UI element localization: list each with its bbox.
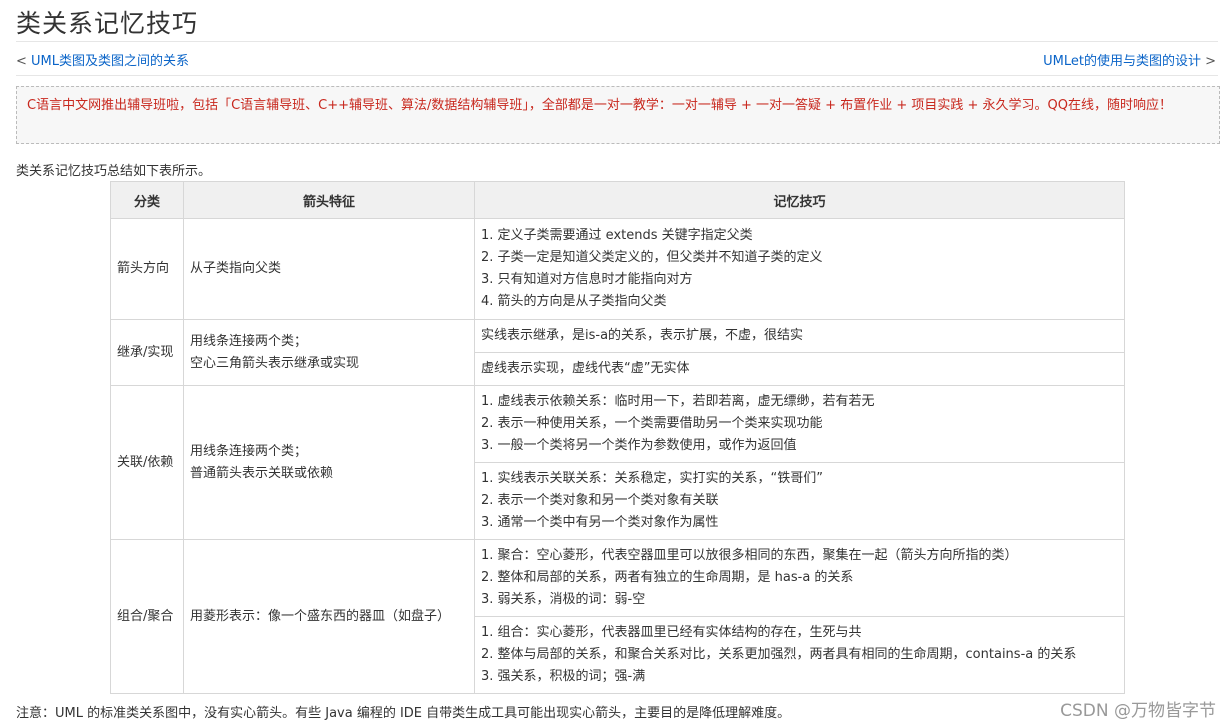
category-cell: 箭头方向 <box>110 218 184 320</box>
next-article-label: UMLet的使用与类图的设计 <box>1043 54 1201 69</box>
tips-cell: 1. 定义子类需要通过 extends 关键字指定父类 2. 子类一定是知道父类… <box>474 218 1125 320</box>
tip-line: 2. 表示一种使用关系，一个类需要借助另一个类来实现功能 <box>481 416 823 431</box>
tips-cell: 1. 聚合：空心菱形，代表空器皿里可以放很多相同的东西，聚集在一起（箭头方向所指… <box>474 539 1125 617</box>
arrow-feature-cell: 用菱形表示：像一个盛东西的器皿（如盘子） <box>183 539 475 694</box>
table-header-row: 分类 箭头特征 记忆技巧 <box>110 181 1125 219</box>
arrow-feature-line: 空心三角箭头表示继承或实现 <box>190 355 360 371</box>
arrow-feature-cell: 从子类指向父类 <box>183 218 475 320</box>
table-row: 继承/实现 用线条连接两个类； 空心三角箭头表示继承或实现 实线表示继承，是is… <box>110 319 1125 386</box>
chevron-right-icon: > <box>1205 54 1216 69</box>
category-cell: 组合/聚合 <box>110 539 184 694</box>
tip-line: 虚线表示实现，虚线代表“虚”无实体 <box>481 361 690 376</box>
arrow-feature-line: 用菱形表示：像一个盛东西的器皿（如盘子） <box>190 608 451 624</box>
promo-banner: C语言中文网推出辅导班啦，包括「C语言辅导班、C++辅导班、算法/数据结构辅导班… <box>16 86 1220 144</box>
tip-line: 3. 弱关系，消极的词：弱-空 <box>481 592 646 607</box>
class-relationship-table: 分类 箭头特征 记忆技巧 箭头方向 从子类指向父类 1. 定义子类需要通过 ex… <box>110 181 1125 694</box>
promo-text: C语言中文网推出辅导班啦，包括「C语言辅导班、C++辅导班、算法/数据结构辅导班… <box>27 98 1172 113</box>
tip-line: 实线表示继承，是is-a的关系，表示扩展，不虚，很结实 <box>481 328 804 343</box>
tip-line: 1. 聚合：空心菱形，代表空器皿里可以放很多相同的东西，聚集在一起（箭头方向所指… <box>481 548 1018 563</box>
arrow-feature-line: 用线条连接两个类； <box>190 333 308 349</box>
arrow-feature-line: 从子类指向父类 <box>190 261 282 276</box>
chevron-left-icon: < <box>16 54 27 69</box>
tips-cell: 1. 虚线表示依赖关系：临时用一下，若即若离，虚无缥缈，若有若无 2. 表示一种… <box>474 385 1125 463</box>
csdn-watermark: CSDN @万物皆字节 <box>1060 701 1216 721</box>
tips-cell: 虚线表示实现，虚线代表“虚”无实体 <box>474 352 1125 386</box>
arrow-feature-cell: 用线条连接两个类； 空心三角箭头表示继承或实现 <box>183 319 475 386</box>
tip-line: 4. 箭头的方向是从子类指向父类 <box>481 294 667 309</box>
header-category: 分类 <box>110 181 184 219</box>
table-row: 关联/依赖 用线条连接两个类； 普通箭头表示关联或依赖 1. 虚线表示依赖关系：… <box>110 385 1125 540</box>
tip-line: 3. 通常一个类中有另一个类对象作为属性 <box>481 515 719 530</box>
next-article-link[interactable]: UMLet的使用与类图的设计 > <box>1043 50 1216 69</box>
table-row: 箭头方向 从子类指向父类 1. 定义子类需要通过 extends 关键字指定父类… <box>110 218 1125 320</box>
article-nav: < UML类图及类图之间的关系 UMLet的使用与类图的设计 > <box>16 50 1216 69</box>
tip-line: 2. 表示一个类对象和另一个类对象有关联 <box>481 493 719 508</box>
prev-article-link[interactable]: < UML类图及类图之间的关系 <box>16 50 189 69</box>
tip-line: 2. 整体与局部的关系，和聚合关系对比，关系更加强烈，两者具有相同的生命周期，c… <box>481 647 1077 662</box>
footnote: 注意：UML 的标准类关系图中，没有实心箭头。有些 Java 编程的 IDE 自… <box>16 706 791 721</box>
nav-divider <box>16 75 1218 76</box>
category-cell: 继承/实现 <box>110 319 184 386</box>
tips-cell: 1. 组合：实心菱形，代表器皿里已经有实体结构的存在，生死与共 2. 整体与局部… <box>474 616 1125 694</box>
tip-line: 2. 整体和局部的关系，两者有独立的生命周期，是 has-a 的关系 <box>481 570 854 585</box>
tip-line: 3. 只有知道对方信息时才能指向对方 <box>481 272 693 287</box>
tip-line: 1. 实线表示关联关系：关系稳定，实打实的关系，“铁哥们” <box>481 471 824 486</box>
tip-line: 3. 强关系，积极的词；强-满 <box>481 669 646 684</box>
tip-line: 3. 一般一个类将另一个类作为参数使用，或作为返回值 <box>481 438 797 453</box>
tip-line: 2. 子类一定是知道父类定义的，但父类并不知道子类的定义 <box>481 250 823 265</box>
page-title: 类关系记忆技巧 <box>16 9 199 38</box>
arrow-feature-line: 用线条连接两个类； <box>190 443 308 459</box>
arrow-feature-cell: 用线条连接两个类； 普通箭头表示关联或依赖 <box>183 385 475 540</box>
header-tips: 记忆技巧 <box>474 181 1125 219</box>
header-arrow: 箭头特征 <box>183 181 475 219</box>
tip-line: 1. 虚线表示依赖关系：临时用一下，若即若离，虚无缥缈，若有若无 <box>481 394 875 409</box>
tip-line: 1. 组合：实心菱形，代表器皿里已经有实体结构的存在，生死与共 <box>481 625 862 640</box>
title-divider <box>16 41 1218 42</box>
category-cell: 关联/依赖 <box>110 385 184 540</box>
intro-text: 类关系记忆技巧总结如下表所示。 <box>16 164 212 179</box>
tips-cell: 实线表示继承，是is-a的关系，表示扩展，不虚，很结实 <box>474 319 1125 353</box>
table-row: 组合/聚合 用菱形表示：像一个盛东西的器皿（如盘子） 1. 聚合：空心菱形，代表… <box>110 539 1125 694</box>
tips-cell: 1. 实线表示关联关系：关系稳定，实打实的关系，“铁哥们” 2. 表示一个类对象… <box>474 462 1125 540</box>
prev-article-label: UML类图及类图之间的关系 <box>31 54 190 69</box>
tip-line: 1. 定义子类需要通过 extends 关键字指定父类 <box>481 228 753 243</box>
arrow-feature-line: 普通箭头表示关联或依赖 <box>190 465 334 481</box>
